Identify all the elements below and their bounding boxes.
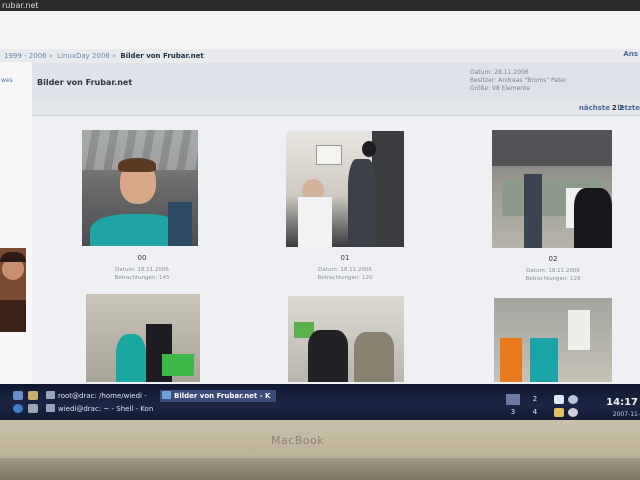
clock-date: 2007-11-	[612, 411, 640, 418]
browser-toolbar-area	[0, 11, 640, 49]
photo-views: Betrachtungen: 120	[317, 275, 373, 281]
photo-thumbnail-00[interactable]	[82, 130, 198, 246]
home-icon[interactable]	[28, 391, 38, 400]
kde-menu-icon[interactable]	[13, 391, 23, 400]
desktop-3[interactable]: 3	[506, 407, 520, 418]
photo-thumbnail-03[interactable]	[86, 294, 200, 382]
sidebar-thumbnail[interactable]	[0, 248, 26, 332]
window-title: rubar.net	[0, 0, 640, 11]
clipboard-icon[interactable]	[554, 408, 564, 417]
photo-thumbnail-01[interactable]	[286, 131, 404, 247]
desktop-2[interactable]: 2	[528, 394, 542, 405]
album-title: Bilder von Frubar.net	[37, 78, 133, 87]
browser-icon	[162, 391, 171, 399]
photo-number: 01	[340, 254, 350, 262]
desktop-4[interactable]: 4	[528, 407, 542, 418]
power-icon[interactable]	[568, 408, 578, 417]
photo-meta: Datum: 18.11.2006 Betrachtungen: 129	[493, 267, 613, 283]
photo-meta: Datum: 18.11.2006 Betrachtungen: 120	[285, 266, 405, 282]
bezel-label: MacBook	[271, 434, 325, 447]
network-icon[interactable]	[554, 395, 564, 404]
task-browser[interactable]: Bilder von Frubar.net - K	[160, 390, 276, 402]
pager-last-link[interactable]: letzte	[617, 104, 640, 112]
task-terminal-root[interactable]: root@drac: /home/wiedi -	[46, 390, 156, 402]
photo-number: 02	[548, 255, 558, 263]
pager: nächste 2 2 letzte	[32, 101, 640, 116]
left-sidebar	[0, 62, 33, 392]
sidebar-link[interactable]: wes	[1, 77, 13, 84]
pager-next-link[interactable]: nächste	[579, 104, 610, 112]
photo-meta: Datum: 18.11.2006 Betrachtungen: 145	[82, 266, 202, 282]
terminal-icon	[46, 404, 55, 412]
top-right-link[interactable]: Ans	[623, 50, 638, 58]
photo-date: Datum: 18.11.2006	[526, 268, 580, 274]
photo-thumbnail-05[interactable]	[494, 298, 612, 382]
volume-icon[interactable]	[568, 395, 578, 404]
breadcrumb-link-years[interactable]: 1999 - 2006	[4, 52, 47, 60]
album-owner: Besitzer: Andreas "Broms" Pater	[470, 77, 567, 84]
photo-views: Betrachtungen: 129	[525, 276, 581, 282]
photo-views: Betrachtungen: 145	[114, 275, 170, 281]
photo-number: 00	[137, 254, 147, 262]
terminal-icon[interactable]	[28, 404, 38, 413]
album-meta: Datum: 28.11.2006 Besitzer: Andreas "Bro…	[470, 69, 567, 93]
breadcrumb-link-linuxday[interactable]: LinuxDay 2006	[57, 52, 110, 60]
photo-thumbnail-04[interactable]	[288, 296, 404, 382]
keyboard-edge	[0, 458, 640, 480]
task-shell[interactable]: wiedi@drac: ~ - Shell - Kon	[46, 403, 158, 415]
photo-date: Datum: 18.11.2006	[115, 267, 169, 273]
breadcrumb-current: Bilder von Frubar.net	[120, 52, 204, 60]
browser-screen: rubar.net 1999 - 2006» LinuxDay 2006» Bi…	[0, 0, 640, 392]
breadcrumb: 1999 - 2006» LinuxDay 2006» Bilder von F…	[4, 52, 204, 60]
photo-thumbnail-02[interactable]	[492, 130, 612, 248]
clock[interactable]: 14:17	[606, 397, 638, 408]
terminal-icon	[46, 391, 55, 399]
album-date: Datum: 28.11.2006	[470, 69, 529, 76]
photo-date: Datum: 18.11.2006	[318, 267, 372, 273]
desktop-1[interactable]	[506, 394, 520, 405]
album-size: Größe: 98 Elemente	[470, 85, 531, 92]
browser-icon[interactable]	[13, 404, 23, 413]
album-header: Bilder von Frubar.net Datum: 28.11.2006 …	[32, 63, 640, 102]
